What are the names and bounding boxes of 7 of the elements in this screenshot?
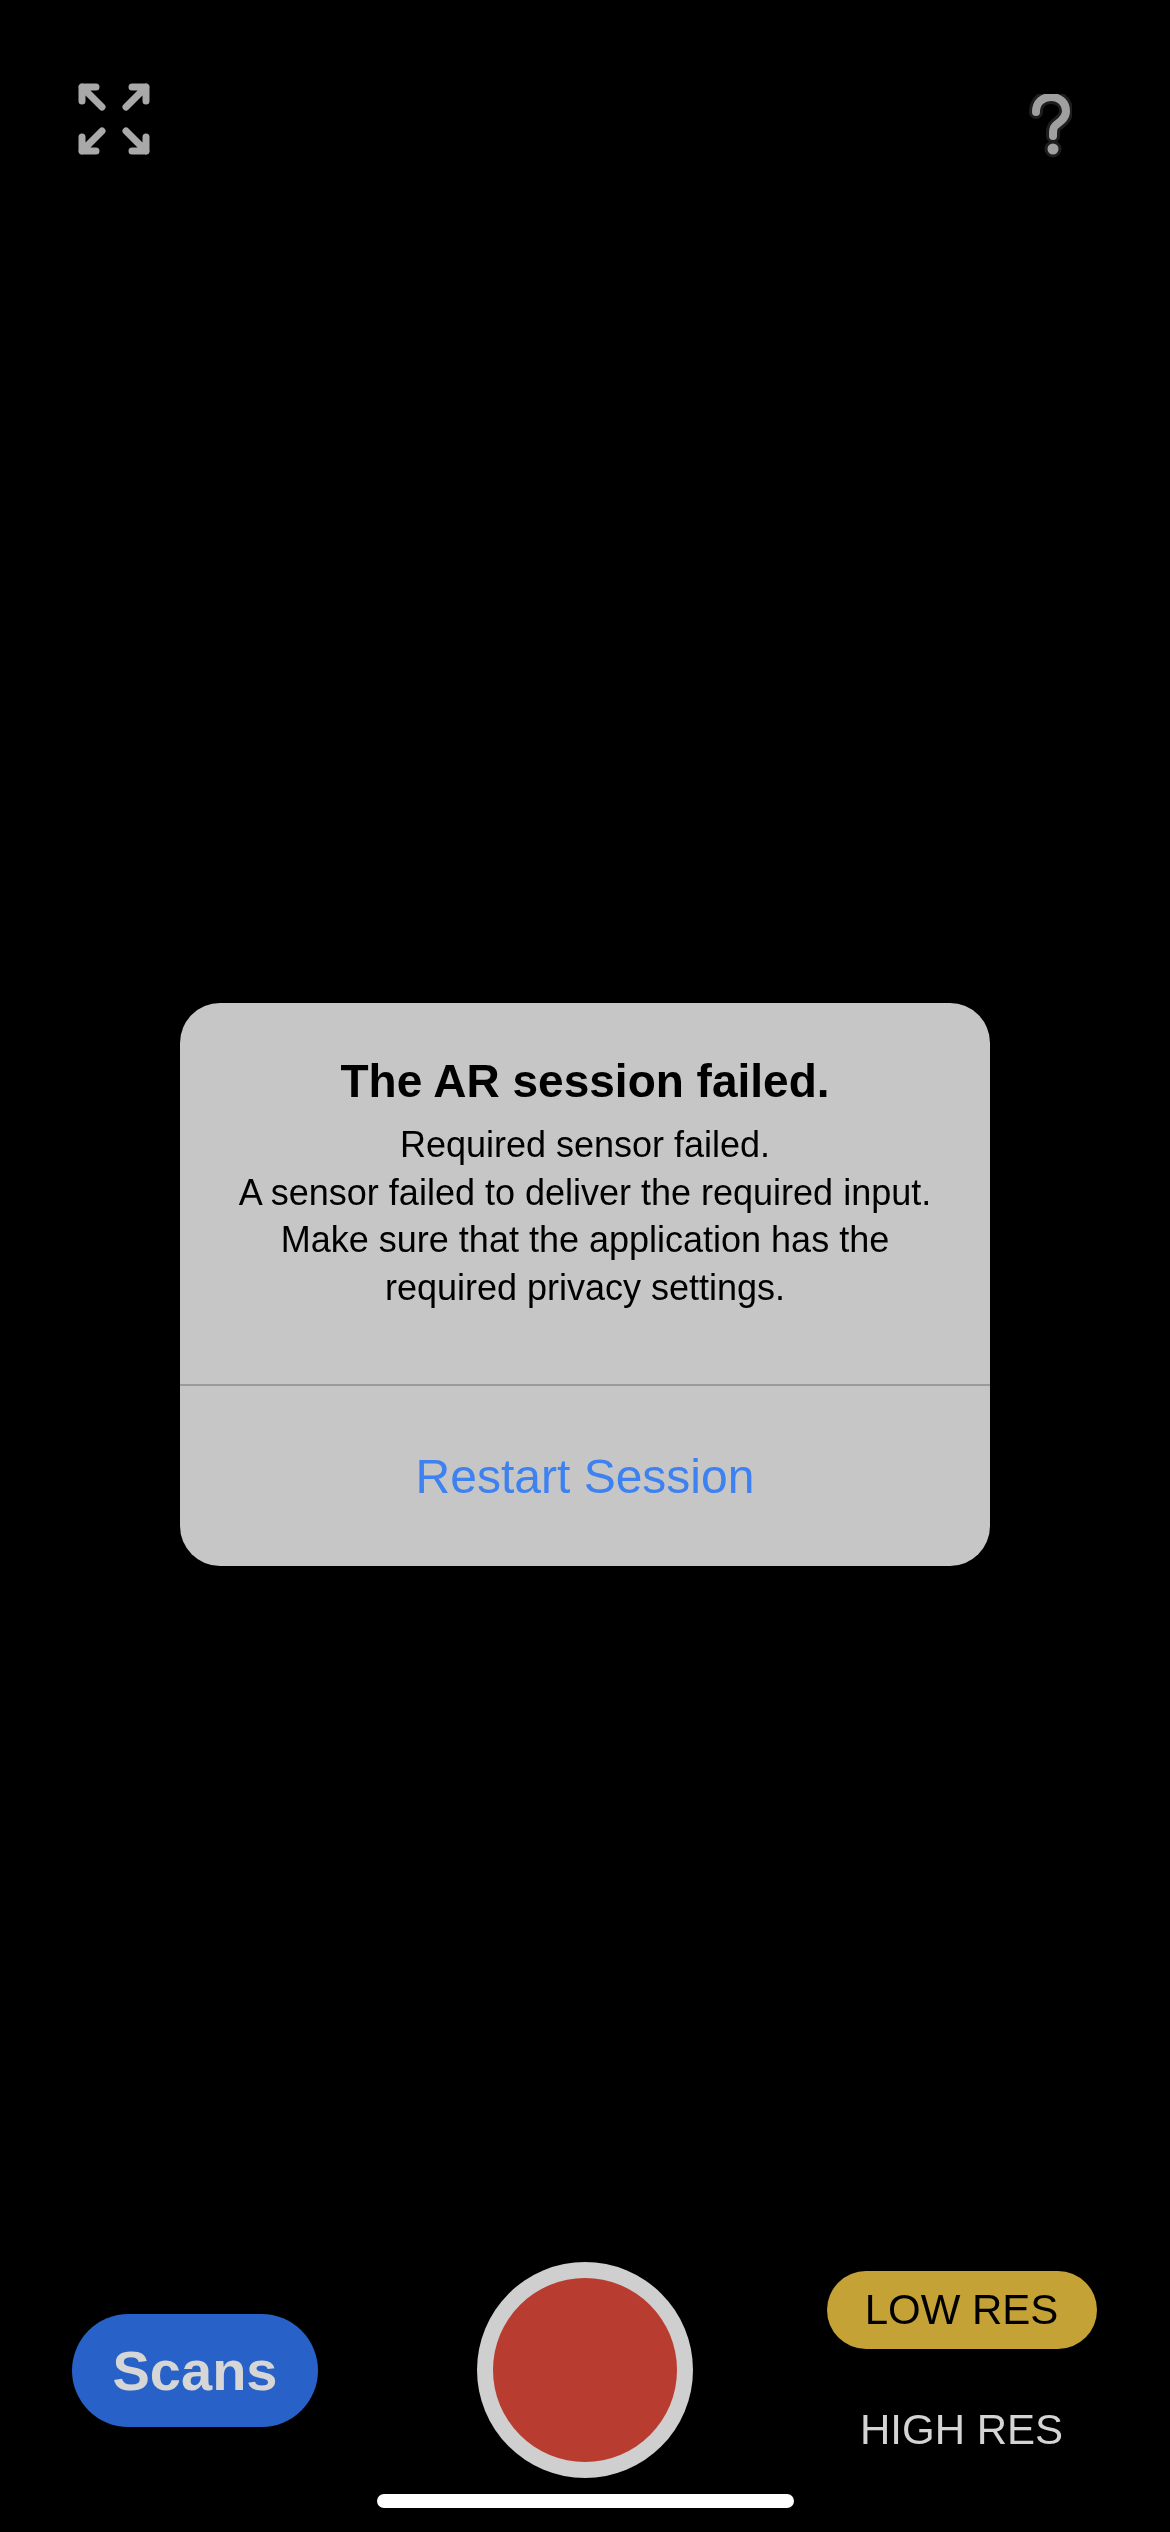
resolution-option[interactable]: HIGH RES: [826, 2391, 1097, 2469]
help-icon[interactable]: [1028, 94, 1072, 158]
scans-button[interactable]: Scans: [72, 2313, 318, 2427]
expand-icon[interactable]: [78, 83, 150, 155]
alert-message: Required sensor failed. A sensor failed to deliver the required input. Make sure that the application has the required privacy settings.: [237, 1123, 933, 1310]
alert-title: The AR session failed.: [340, 1054, 830, 1109]
resolution-option[interactable]: LOW RES: [826, 2271, 1097, 2349]
